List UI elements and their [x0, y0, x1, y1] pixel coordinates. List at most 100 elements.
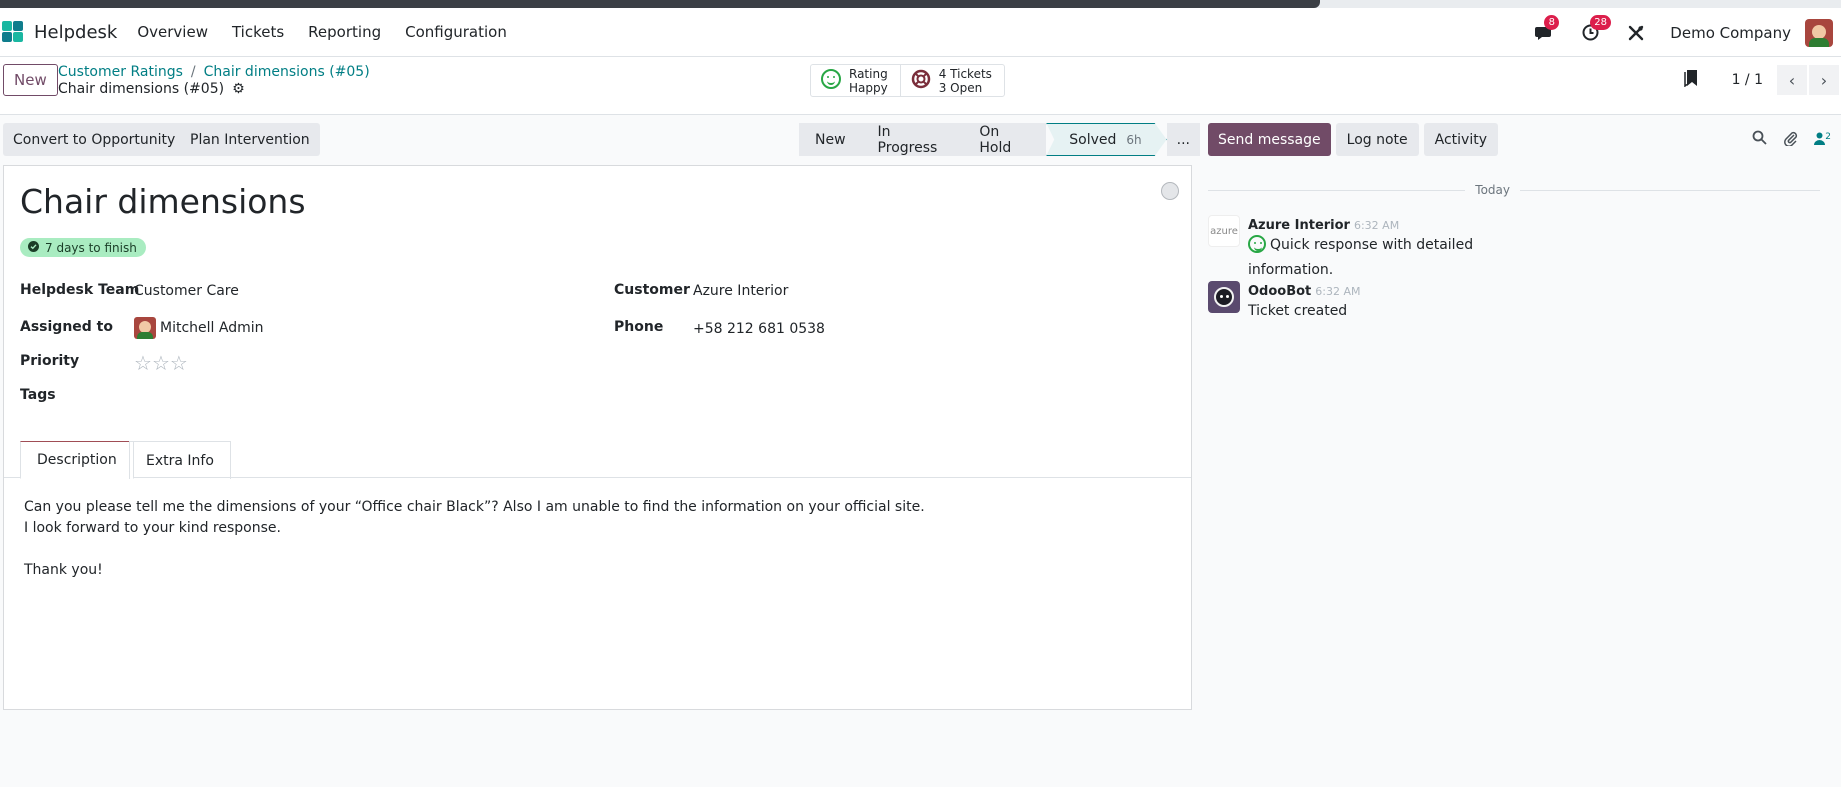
azure-interior-avatar[interactable]: azure	[1208, 215, 1240, 247]
star-icon[interactable]: ☆	[152, 351, 170, 375]
stage-new[interactable]: New	[799, 123, 862, 156]
chatter-message: OdooBot 6:32 AM Ticket created	[1208, 281, 1808, 322]
app-brand[interactable]: Helpdesk	[2, 21, 117, 43]
navbar-systray: 8 28 Demo Company	[1532, 8, 1841, 57]
star-icon[interactable]: ☆	[170, 351, 188, 375]
helpdesk-team-field[interactable]: Customer Care	[134, 283, 239, 299]
stage-solved[interactable]: Solved 6h	[1046, 123, 1166, 156]
azure-avatar-text: azure	[1210, 225, 1238, 237]
nav-reporting[interactable]: Reporting	[308, 23, 381, 41]
messages-badge: 8	[1544, 14, 1560, 30]
new-record-button[interactable]: New	[3, 64, 58, 96]
activities-button[interactable]: 28	[1578, 14, 1612, 45]
followers-button[interactable]: 2	[1814, 131, 1831, 149]
today-label: Today	[1475, 183, 1510, 197]
activities-badge: 28	[1590, 14, 1612, 30]
messages-button[interactable]: 8	[1532, 14, 1560, 45]
life-ring-icon	[911, 69, 931, 92]
chatter-actions: Send message Log note Activity	[1208, 123, 1503, 156]
message-author[interactable]: Azure Interior	[1248, 218, 1350, 233]
breadcrumb-separator: /	[190, 64, 196, 80]
stage-solved-duration: 6h	[1126, 132, 1142, 147]
assigned-to-field[interactable]: Mitchell Admin	[134, 317, 264, 339]
bookmark-icon[interactable]	[1683, 69, 1698, 92]
message-body: Ticket created	[1248, 303, 1348, 319]
label-helpdesk-team: Helpdesk Team	[20, 282, 140, 298]
tab-description[interactable]: Description	[20, 441, 134, 479]
label-priority: Priority	[20, 353, 80, 369]
label-tags: Tags	[20, 387, 56, 403]
plan-intervention-button[interactable]: Plan Intervention	[180, 123, 320, 156]
followers-count: 2	[1825, 131, 1831, 142]
chatter-tools: 2	[1736, 123, 1831, 156]
debug-tools-button[interactable]	[1624, 21, 1648, 45]
description-line: Can you please tell me the dimensions of…	[24, 499, 925, 515]
star-icon[interactable]: ☆	[134, 351, 152, 375]
company-switcher[interactable]: Demo Company	[1670, 24, 1791, 42]
send-message-button[interactable]: Send message	[1208, 123, 1331, 156]
priority-stars: ☆☆☆	[134, 351, 188, 375]
tickets-sub: 3 Open	[938, 80, 983, 95]
odoobot-avatar[interactable]	[1208, 281, 1240, 313]
label-customer: Customer	[614, 282, 690, 298]
customer-field[interactable]: Azure Interior	[693, 283, 788, 299]
chevron-right-icon: ›	[1820, 70, 1828, 90]
convert-to-opportunity-button[interactable]: Convert to Opportunity	[3, 123, 186, 156]
description-line	[24, 539, 925, 560]
helpdesk-logo-icon	[2, 21, 24, 43]
tickets-title: 4 Tickets	[938, 66, 992, 81]
pager-next-button[interactable]: ›	[1809, 65, 1839, 95]
smiley-icon	[821, 69, 841, 92]
description-line: I look forward to your kind response.	[24, 520, 281, 536]
rating-smart-button[interactable]: Rating Happy	[811, 65, 901, 96]
paperclip-icon[interactable]	[1783, 130, 1798, 150]
assigned-to-value: Mitchell Admin	[160, 320, 264, 336]
stage-in-progress[interactable]: In Progress	[861, 123, 964, 156]
stage-more-button[interactable]: ...	[1166, 123, 1200, 156]
search-icon[interactable]	[1752, 130, 1767, 149]
log-note-button[interactable]: Log note	[1335, 123, 1419, 156]
pager-count[interactable]: 1 / 1	[1732, 72, 1763, 88]
notebook-tabs: Description Extra Info	[4, 438, 1191, 479]
today-separator: Today	[1208, 182, 1820, 198]
tickets-smart-button[interactable]: 4 Tickets 3 Open	[901, 65, 1004, 96]
breadcrumb: Customer Ratings / Chair dimensions (#05)	[58, 64, 370, 80]
sla-badge: 7 days to finish	[20, 238, 146, 257]
rating-value: Happy	[849, 80, 888, 95]
nav-configuration[interactable]: Configuration	[405, 23, 507, 41]
breadcrumb-ticket[interactable]: Chair dimensions (#05)	[204, 64, 370, 80]
phone-field[interactable]: +58 212 681 0538	[693, 321, 825, 337]
activity-button[interactable]: Activity	[1423, 123, 1498, 156]
message-body: Quick response with detailed information…	[1248, 237, 1474, 278]
app-name: Helpdesk	[34, 21, 118, 43]
top-navbar: Helpdesk Overview Tickets Reporting Conf…	[0, 8, 1841, 57]
nav-tickets[interactable]: Tickets	[232, 23, 284, 41]
kanban-state-toggle[interactable]	[1161, 182, 1179, 200]
form-header: Convert to Opportunity Plan Intervention…	[0, 116, 1200, 166]
pager-previous-button[interactable]: ‹	[1777, 65, 1807, 95]
stage-on-hold[interactable]: On Hold	[963, 123, 1047, 156]
tab-extra-info[interactable]: Extra Info	[129, 441, 231, 479]
nav-overview[interactable]: Overview	[137, 23, 208, 41]
description-field[interactable]: Can you please tell me the dimensions of…	[24, 497, 925, 581]
control-panel: New Customer Ratings / Chair dimensions (#…	[0, 57, 1841, 115]
ticket-name-field[interactable]: Chair dimensions	[20, 182, 306, 221]
user-avatar[interactable]	[1805, 18, 1833, 47]
mitchell-admin-avatar	[134, 317, 156, 339]
record-title-text: Chair dimensions (#05)	[58, 81, 225, 97]
tools-icon	[1629, 25, 1644, 40]
message-author[interactable]: OdooBot	[1248, 284, 1311, 299]
smiley-icon	[1248, 235, 1266, 257]
stage-statusbar: New In Progress On Hold Solved 6h ...	[799, 123, 1200, 156]
breadcrumb-customer-ratings[interactable]: Customer Ratings	[58, 64, 183, 80]
smart-buttons: Rating Happy 4 Tickets 3 Open	[810, 64, 1005, 97]
message-time: 6:32 AM	[1353, 219, 1400, 232]
pager: 1 / 1 ‹ ›	[1683, 64, 1841, 96]
description-line: Thank you!	[24, 562, 103, 578]
chevron-left-icon: ‹	[1788, 70, 1796, 90]
gear-icon[interactable]: ⚙	[232, 81, 245, 97]
form-sheet: Chair dimensions 7 days to finish Helpde…	[3, 165, 1192, 710]
record-title: Chair dimensions (#05) ⚙	[58, 81, 245, 97]
label-assigned-to: Assigned to	[20, 319, 113, 335]
check-circle-icon	[28, 240, 39, 255]
